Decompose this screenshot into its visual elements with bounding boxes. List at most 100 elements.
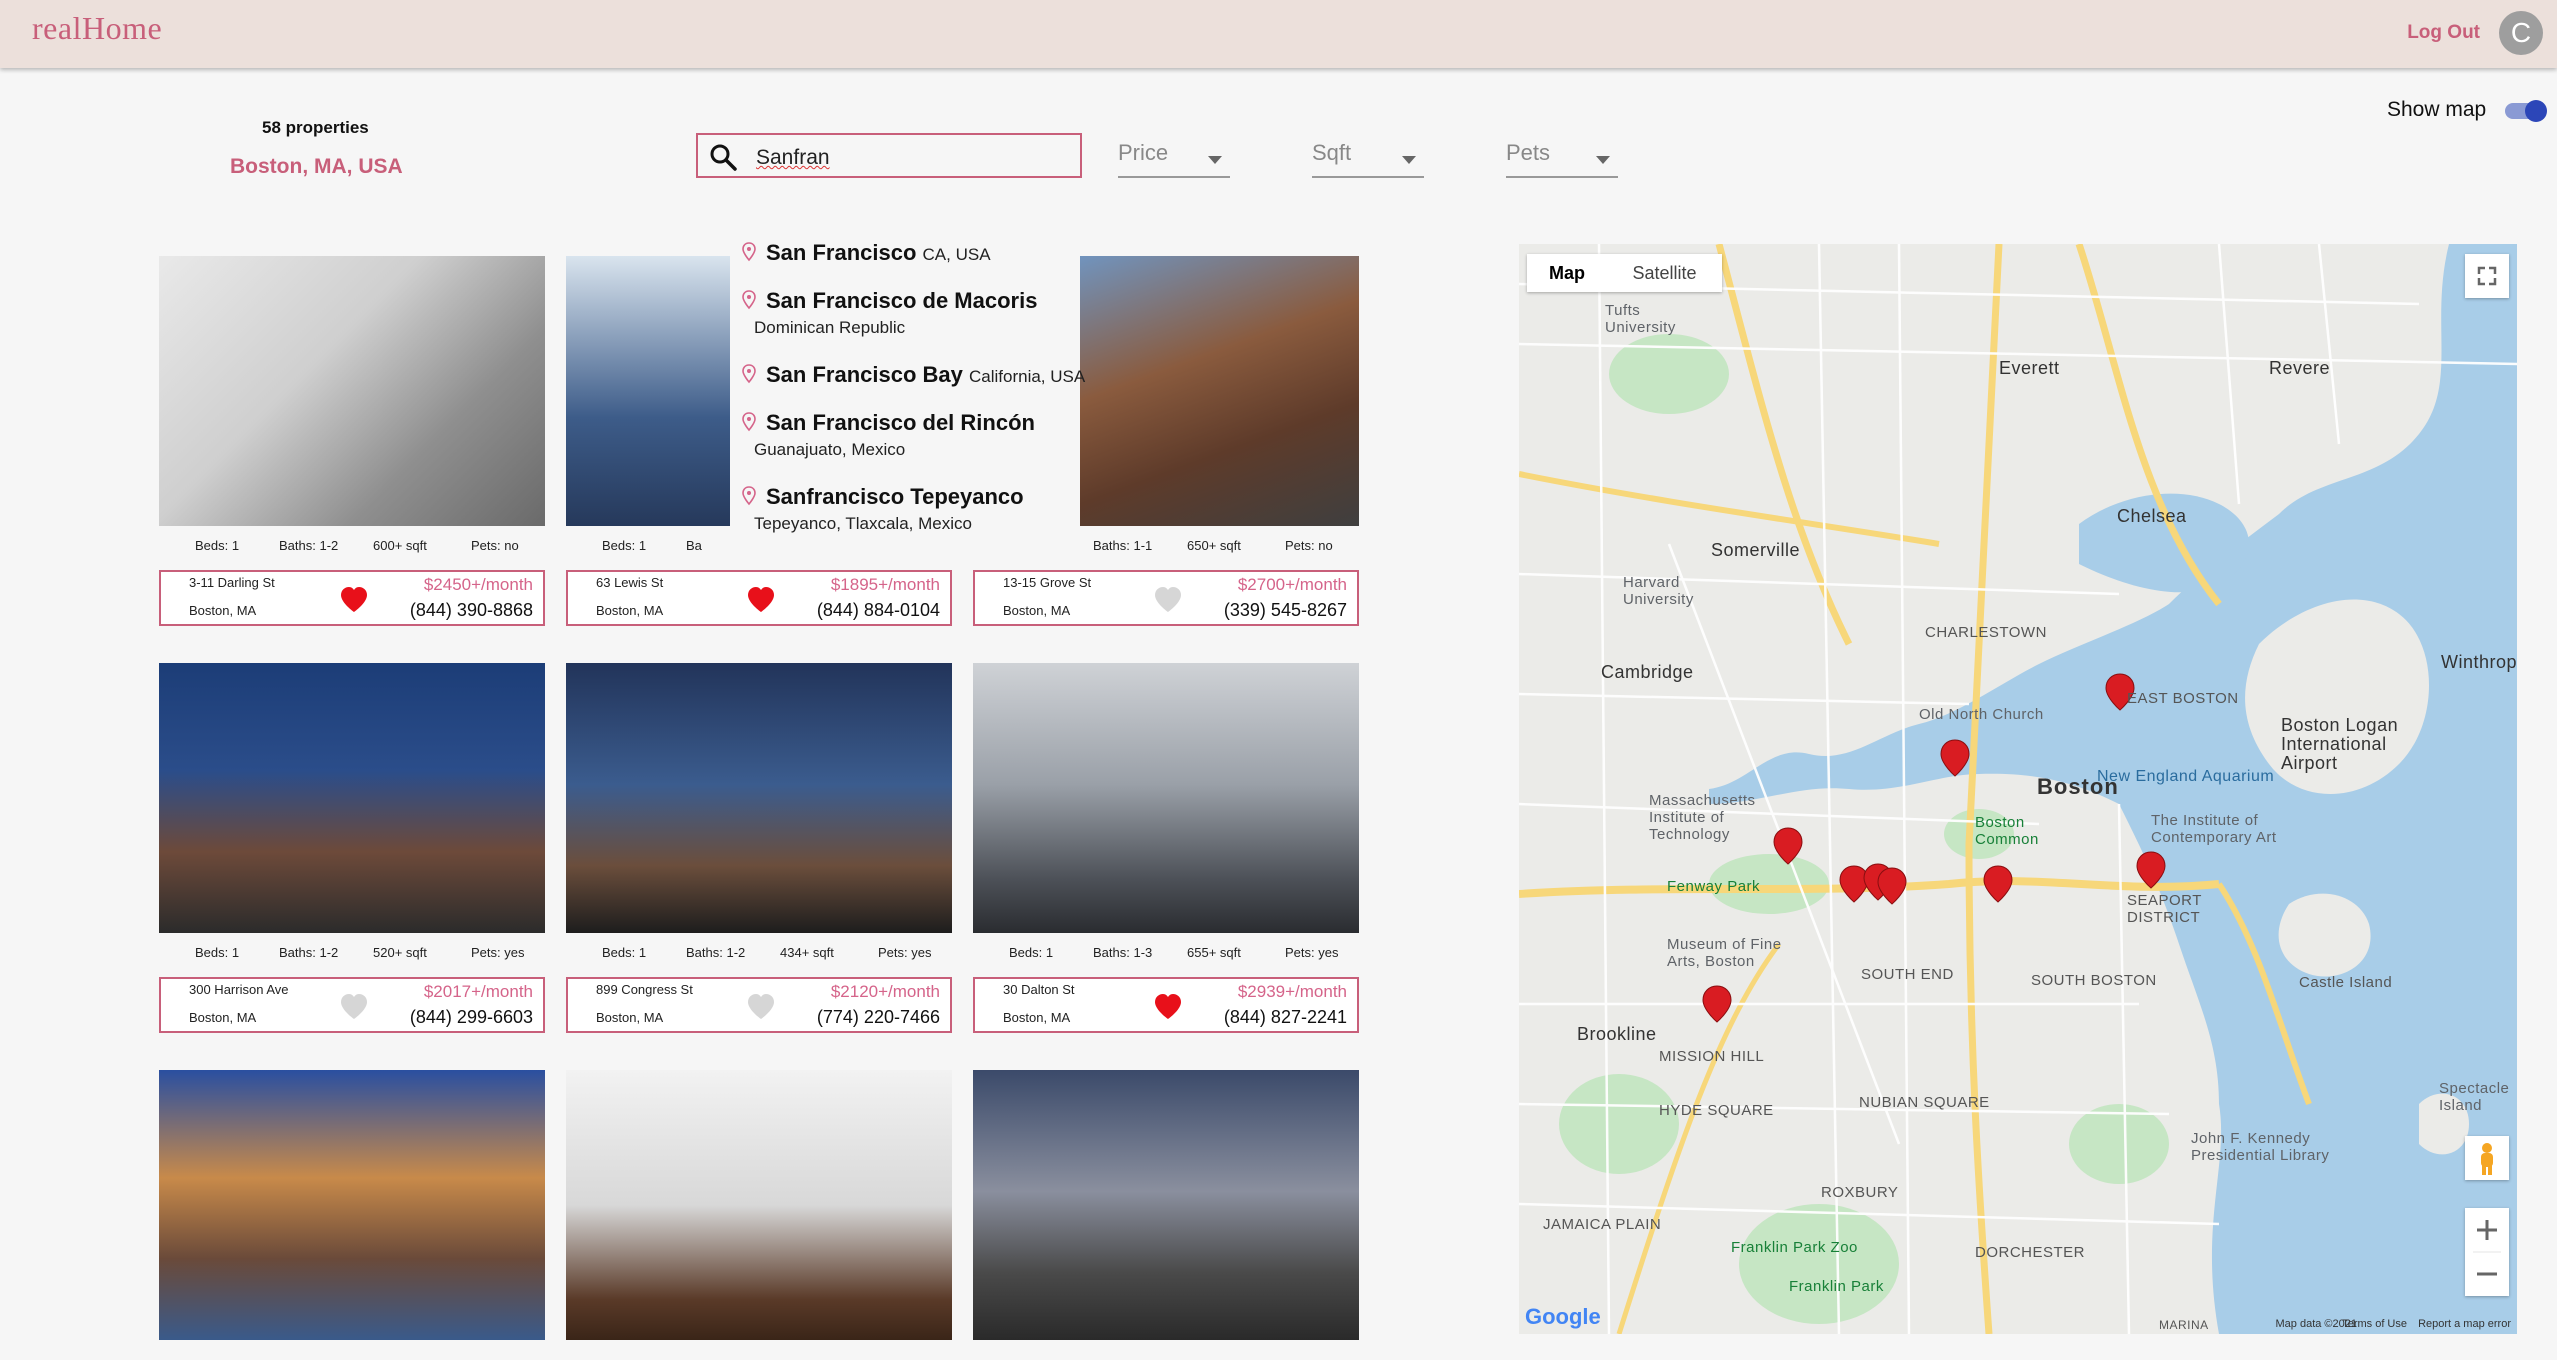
listing-info[interactable]: 63 Lewis St Boston, MA $1895+/month (844… bbox=[566, 570, 952, 626]
listing-phone[interactable]: (774) 220-7466 bbox=[817, 1007, 940, 1028]
zoom-buttons[interactable] bbox=[2465, 1208, 2509, 1296]
listing-beds: Beds: 1 bbox=[195, 945, 240, 960]
favorite-heart-icon[interactable] bbox=[339, 993, 369, 1021]
listing-photo[interactable] bbox=[973, 1070, 1359, 1340]
map-label-revere: Revere bbox=[2269, 358, 2331, 378]
current-location: Boston, MA, USA bbox=[230, 155, 403, 178]
listing-photo[interactable] bbox=[566, 1070, 952, 1340]
favorite-heart-icon[interactable] bbox=[1153, 993, 1183, 1021]
listing-phone[interactable]: (339) 545-8267 bbox=[1224, 600, 1347, 621]
suggestion-name: San Francisco de Macoris bbox=[766, 288, 1038, 313]
suggestion-name: Sanfrancisco Tepeyanco bbox=[766, 484, 1024, 509]
map-label-fenway: Fenway Park bbox=[1667, 878, 1761, 895]
fullscreen-button[interactable] bbox=[2465, 254, 2509, 298]
listing-city: Boston, MA bbox=[189, 1010, 257, 1025]
location-pin-icon bbox=[742, 242, 756, 262]
map-view[interactable]: Somerville Cambridge Boston Brookline Ch… bbox=[1519, 244, 2517, 1334]
listing-city: Boston, MA bbox=[189, 603, 257, 618]
listing-stats: Beds: 1 Baths: 1-2 434+ sqft Pets: yes bbox=[566, 945, 952, 965]
map-canvas[interactable] bbox=[1519, 244, 2517, 1334]
listing-beds: Beds: 1 bbox=[195, 538, 240, 553]
map-label-east-boston: EAST BOSTON bbox=[2127, 690, 2239, 707]
search-input[interactable] bbox=[754, 143, 1058, 173]
map-label-ica: The Institute of Contemporary Art bbox=[2151, 812, 2277, 846]
map-label-mit: Massachusetts Institute of Technology bbox=[1649, 792, 1756, 843]
listing-beds: Beds: 1 bbox=[1009, 945, 1054, 960]
listing-info[interactable]: 30 Dalton St Boston, MA $2939+/month (84… bbox=[973, 977, 1359, 1033]
listing-pets: Pets: yes bbox=[1285, 945, 1339, 960]
listing-baths: Baths: 1-2 bbox=[686, 945, 746, 960]
avatar[interactable]: C bbox=[2499, 11, 2543, 55]
map-label-south-end: SOUTH END bbox=[1861, 966, 1954, 983]
listing-address: 3-11 Darling St bbox=[189, 575, 275, 590]
google-logo[interactable]: Google bbox=[1525, 1304, 1601, 1330]
map-label-spectacle-island: Spectacle Island bbox=[2439, 1080, 2510, 1114]
location-pin-icon bbox=[742, 290, 756, 310]
listing-beds: Beds: 1 bbox=[602, 945, 647, 960]
listing-phone[interactable]: (844) 827-2241 bbox=[1224, 1007, 1347, 1028]
listing-info[interactable]: 13-15 Grove St Boston, MA $2700+/month (… bbox=[973, 570, 1359, 626]
tab-map[interactable]: Map bbox=[1527, 254, 1607, 292]
map-label-marina: MARINA bbox=[2159, 1318, 2209, 1332]
listing-photo[interactable] bbox=[973, 663, 1359, 933]
listing-price: $1895+/month bbox=[830, 575, 940, 594]
toggle-knob[interactable] bbox=[2525, 100, 2547, 122]
suggestion-name: San Francisco Bay bbox=[766, 362, 963, 387]
sqft-filter[interactable]: Sqft bbox=[1312, 140, 1424, 178]
listing-info[interactable]: 300 Harrison Ave Boston, MA $2017+/month… bbox=[159, 977, 545, 1033]
listing-address: 300 Harrison Ave bbox=[189, 982, 289, 997]
listing-price: $2939+/month bbox=[1237, 982, 1347, 1001]
listing-photo[interactable] bbox=[159, 1070, 545, 1340]
listing-address: 899 Congress St bbox=[596, 982, 693, 997]
google-logo-text: Google bbox=[1525, 1304, 1601, 1329]
favorite-heart-icon[interactable] bbox=[339, 586, 369, 614]
listing-phone[interactable]: (844) 390-8868 bbox=[410, 600, 533, 621]
show-map-toggle[interactable] bbox=[2505, 100, 2547, 122]
listing-phone[interactable]: (844) 299-6603 bbox=[410, 1007, 533, 1028]
suggestion-detail: California, USA bbox=[969, 367, 1086, 386]
price-filter[interactable]: Price bbox=[1118, 140, 1230, 178]
listing-photo[interactable] bbox=[159, 663, 545, 933]
listing-pets: Pets: yes bbox=[471, 945, 525, 960]
fullscreen-icon bbox=[2477, 266, 2497, 286]
street-view-button[interactable] bbox=[2465, 1136, 2509, 1180]
listing-info[interactable]: 899 Congress St Boston, MA $2120+/month … bbox=[566, 977, 952, 1033]
location-search[interactable] bbox=[696, 133, 1082, 178]
map-label-south-boston: SOUTH BOSTON bbox=[2031, 972, 2157, 989]
listing-stats: Beds: 1 Baths: 1-2 600+ sqft Pets: no bbox=[159, 538, 545, 558]
listing-stats: Beds: 1 Baths: 1-3 655+ sqft Pets: yes bbox=[973, 945, 1359, 965]
listing-city: Boston, MA bbox=[596, 603, 664, 618]
app-logo[interactable]: realHome bbox=[32, 10, 162, 47]
map-label-winthrop: Winthrop bbox=[2441, 652, 2517, 672]
chevron-down-icon bbox=[1596, 156, 1610, 164]
listing-info[interactable]: 3-11 Darling St Boston, MA $2450+/month … bbox=[159, 570, 545, 626]
listing-photo[interactable] bbox=[566, 663, 952, 933]
logout-link[interactable]: Log Out bbox=[2407, 22, 2480, 44]
report-map-error-link[interactable]: Report a map error bbox=[2418, 1318, 2511, 1330]
favorite-heart-icon[interactable] bbox=[1153, 586, 1183, 614]
search-suggestions: San Francisco CA, USA San Francisco de M… bbox=[730, 228, 1085, 542]
map-label-cambridge: Cambridge bbox=[1601, 662, 1694, 682]
app-header: realHome Log Out C bbox=[0, 0, 2557, 68]
chevron-down-icon bbox=[1402, 156, 1416, 164]
terms-of-use-link[interactable]: Terms of Use bbox=[2342, 1318, 2407, 1330]
tab-satellite[interactable]: Satellite bbox=[1607, 254, 1722, 292]
map-label-jamaica-plain: JAMAICA PLAIN bbox=[1543, 1216, 1662, 1233]
favorite-heart-icon[interactable] bbox=[746, 993, 776, 1021]
listing-sqft: 650+ sqft bbox=[1187, 538, 1241, 553]
listing-baths: Baths: 1-2 bbox=[279, 945, 339, 960]
suggestion-sub: Tepeyanco, Tlaxcala, Mexico bbox=[754, 514, 972, 533]
listing-photo[interactable] bbox=[159, 256, 545, 526]
suggestion-sub: Guanajuato, Mexico bbox=[754, 440, 906, 459]
pets-filter[interactable]: Pets bbox=[1506, 140, 1618, 178]
price-filter-label: Price bbox=[1118, 140, 1169, 165]
listing-stats: Beds: 1 Baths: 1-2 520+ sqft Pets: yes bbox=[159, 945, 545, 965]
listing-city: Boston, MA bbox=[1003, 603, 1071, 618]
map-label-tufts: Tufts University bbox=[1605, 302, 1676, 336]
chevron-down-icon bbox=[1208, 156, 1222, 164]
listing-phone[interactable]: (844) 884-0104 bbox=[817, 600, 940, 621]
listing-price: $2450+/month bbox=[423, 575, 533, 594]
show-map-label: Show map bbox=[2387, 98, 2487, 121]
favorite-heart-icon[interactable] bbox=[746, 586, 776, 614]
listing-address: 63 Lewis St bbox=[596, 575, 664, 590]
